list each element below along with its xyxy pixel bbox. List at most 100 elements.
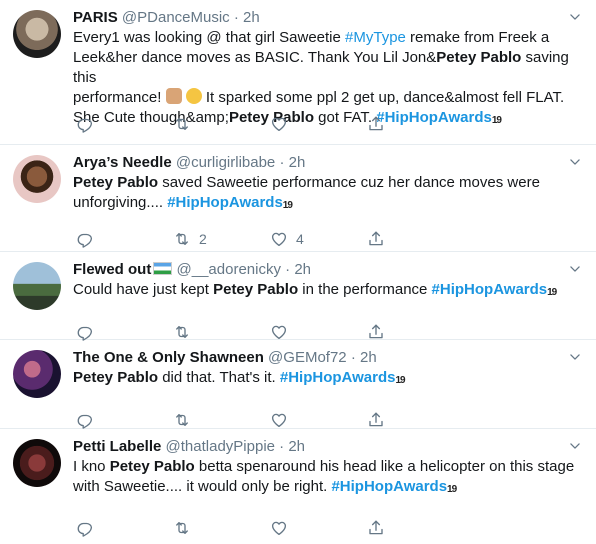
bold-name: Petey Pablo xyxy=(73,174,159,191)
user-name[interactable]: Petti Labelle xyxy=(73,438,161,455)
reply-icon xyxy=(76,323,94,341)
user-handle[interactable]: @GEMof72 xyxy=(268,349,347,366)
separator-dot: · xyxy=(285,261,291,278)
tweet-time[interactable]: 2h xyxy=(288,438,305,455)
tweet[interactable]: PARIS @PDanceMusic · 2h Every1 was looki… xyxy=(0,0,596,145)
chevron-down-icon[interactable] xyxy=(568,262,582,276)
hashtag-link[interactable]: #HipHopAwards xyxy=(280,369,396,386)
text-segment: It sparked some ppl 2 get up, dance&almo… xyxy=(201,89,565,106)
tweet[interactable]: Arya’s Needle @curligirlibabe · 2h Petey… xyxy=(0,145,596,252)
user-handle[interactable]: @__adorenicky xyxy=(177,261,281,278)
share-icon xyxy=(367,519,385,537)
chevron-down-icon[interactable] xyxy=(568,10,582,24)
reply-icon xyxy=(76,115,94,133)
avatar[interactable] xyxy=(13,155,61,203)
retweet-button[interactable]: 2 xyxy=(173,229,207,249)
chevron-down-icon[interactable] xyxy=(568,439,582,453)
avatar[interactable] xyxy=(13,10,61,58)
reply-button[interactable] xyxy=(76,410,102,430)
user-name[interactable]: Arya’s Needle xyxy=(73,154,172,171)
tweet-actions xyxy=(73,114,493,134)
text-segment: with Saweetie.... it would only be right… xyxy=(73,478,332,495)
retweet-count: 2 xyxy=(199,231,207,247)
tweet-time[interactable]: 2h xyxy=(360,349,377,366)
retweet-icon xyxy=(173,323,191,341)
reply-button[interactable] xyxy=(76,229,102,249)
chevron-down-icon[interactable] xyxy=(568,155,582,169)
hashtag-link[interactable]: #MyType xyxy=(345,29,406,46)
share-icon xyxy=(367,411,385,429)
share-button[interactable] xyxy=(367,518,385,538)
separator-dot: · xyxy=(279,154,285,171)
retweet-button[interactable] xyxy=(173,410,199,430)
retweet-icon xyxy=(173,230,191,248)
hiphop-awards-emblem: 19 xyxy=(447,484,457,495)
text-segment: unforgiving.... xyxy=(73,194,168,211)
like-button[interactable] xyxy=(270,518,296,538)
tweet-actions: 2 4 xyxy=(73,229,493,249)
like-button[interactable] xyxy=(270,322,296,342)
user-handle[interactable]: @PDanceMusic xyxy=(122,9,230,26)
like-button[interactable]: 4 xyxy=(270,229,304,249)
hiphop-awards-emblem: 19 xyxy=(547,287,557,298)
tweet-text: I kno Petey Pablo betta spenaround his h… xyxy=(73,457,582,497)
retweet-button[interactable] xyxy=(173,518,199,538)
bold-name: Petey Pablo xyxy=(73,369,159,386)
heart-icon xyxy=(270,115,288,133)
share-button[interactable] xyxy=(367,229,385,249)
heart-icon xyxy=(270,411,288,429)
tweet-text: Every1 was looking @ that girl Saweetie … xyxy=(73,28,582,128)
share-button[interactable] xyxy=(367,410,385,430)
retweet-button[interactable] xyxy=(173,114,199,134)
avatar[interactable] xyxy=(13,439,61,487)
text-segment: betta spenaround his head like a helicop… xyxy=(194,458,575,475)
tweet-header: Petti Labelle @thatladyPippie · 2h xyxy=(73,437,582,457)
share-button[interactable] xyxy=(367,114,385,134)
text-segment: Every1 was looking @ that girl Saweetie xyxy=(73,29,346,46)
tweet-header: Flewed out @__adorenicky · 2h xyxy=(73,260,582,280)
hiphop-awards-emblem: 19 xyxy=(491,115,502,126)
tweet[interactable]: The One & Only Shawneen @GEMof72 · 2h Pe… xyxy=(0,340,596,429)
text-segment: in the performance xyxy=(298,281,432,298)
tweet[interactable]: Petti Labelle @thatladyPippie · 2h I kno… xyxy=(0,429,596,544)
tweet-time[interactable]: 2h xyxy=(289,154,306,171)
avatar[interactable] xyxy=(13,262,61,310)
hiphop-awards-emblem: 19 xyxy=(282,200,293,211)
separator-dot: · xyxy=(233,9,239,26)
user-name[interactable]: The One & Only Shawneen xyxy=(73,349,264,366)
reply-icon xyxy=(76,519,94,537)
hiphop-awards-emblem: 19 xyxy=(395,375,405,386)
user-handle[interactable]: @curligirlibabe xyxy=(176,154,275,171)
reply-button[interactable] xyxy=(76,322,102,342)
heart-icon xyxy=(270,323,288,341)
share-button[interactable] xyxy=(367,322,385,342)
text-segment: Could have just kept xyxy=(73,281,214,298)
separator-dot: · xyxy=(279,438,285,455)
heart-icon xyxy=(270,519,288,537)
tweet-time[interactable]: 2h xyxy=(294,261,311,278)
bold-name: Petey Pablo xyxy=(436,49,522,66)
user-name[interactable]: PARIS xyxy=(73,9,118,26)
tweet[interactable]: Flewed out @__adorenicky · 2h Could have… xyxy=(0,252,596,340)
user-name[interactable]: Flewed out xyxy=(73,261,151,278)
share-icon xyxy=(367,115,385,133)
tweet-header: Arya’s Needle @curligirlibabe · 2h xyxy=(73,153,582,173)
retweet-button[interactable] xyxy=(173,322,199,342)
text-segment: Leek&her dance moves as BASIC. Thank You… xyxy=(73,49,437,66)
tweet-time[interactable]: 2h xyxy=(243,9,260,26)
reply-button[interactable] xyxy=(76,518,102,538)
tweet-header: PARIS @PDanceMusic · 2h xyxy=(73,8,582,28)
hashtag-link[interactable]: #HipHopAwards xyxy=(331,478,447,495)
hashtag-link[interactable]: #HipHopAwards xyxy=(167,194,283,211)
chevron-down-icon[interactable] xyxy=(568,350,582,364)
tweet-actions xyxy=(73,518,493,538)
avatar[interactable] xyxy=(13,350,61,398)
text-segment: did that. That's it. xyxy=(158,369,280,386)
retweet-icon xyxy=(173,115,191,133)
reply-button[interactable] xyxy=(76,114,102,134)
like-button[interactable] xyxy=(270,114,296,134)
bold-name: Petey Pablo xyxy=(109,458,195,475)
like-button[interactable] xyxy=(270,410,296,430)
hashtag-link[interactable]: #HipHopAwards xyxy=(432,281,548,298)
user-handle[interactable]: @thatladyPippie xyxy=(166,438,275,455)
